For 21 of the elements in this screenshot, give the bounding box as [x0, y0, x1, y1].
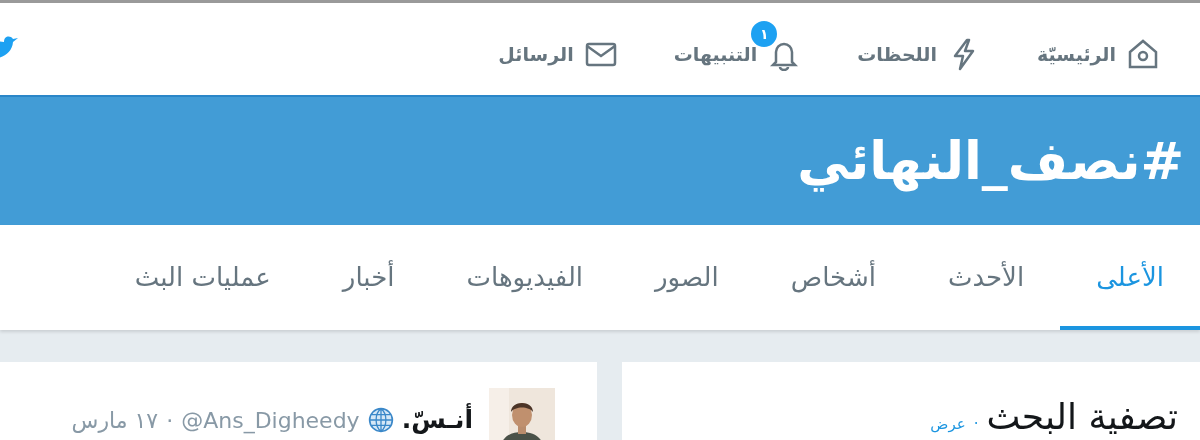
- filter-heading: تصفية البحث: [986, 395, 1178, 439]
- nav-link[interactable]: اللحظات: [857, 19, 982, 79]
- home-icon: [1126, 37, 1160, 71]
- search-tab[interactable]: عمليات البث: [98, 225, 307, 330]
- show-link[interactable]: عرض: [930, 413, 966, 436]
- author-name[interactable]: أنـسّ.: [401, 401, 473, 439]
- search-tab[interactable]: الصور: [619, 225, 755, 330]
- search-tab[interactable]: الفيديوهات: [430, 225, 620, 330]
- search-tab[interactable]: الأعلى: [1060, 225, 1200, 330]
- globe-icon: [367, 407, 394, 433]
- nav-link[interactable]: الرئيسيّة: [1037, 19, 1160, 79]
- tweet-date[interactable]: ١٧ مارس: [71, 403, 159, 437]
- search-tab[interactable]: أخبار: [306, 225, 431, 330]
- nav-link[interactable]: التنبيهات ١: [673, 19, 802, 79]
- separator-dot: ·: [973, 414, 979, 435]
- search-tab[interactable]: الأحدث: [911, 225, 1061, 330]
- hashtag-title: #نصف_النهائي: [797, 129, 1184, 193]
- search-tab[interactable]: أشخاص: [754, 225, 912, 330]
- nav-link[interactable]: الرسائل: [498, 19, 618, 79]
- author-handle[interactable]: @Ans_Digheedy: [181, 403, 360, 437]
- separator-dot: ·: [166, 406, 174, 435]
